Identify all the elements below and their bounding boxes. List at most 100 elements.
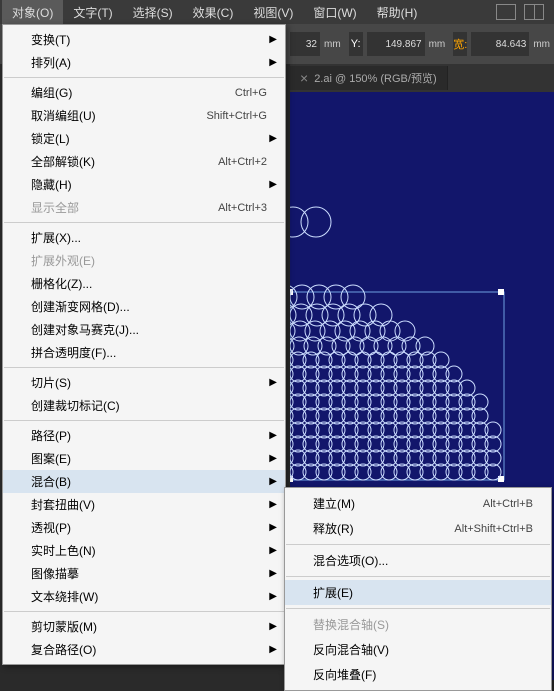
y-label: Y: — [349, 32, 363, 56]
submenu-arrow-icon: ▶ — [269, 133, 277, 144]
object-menu-item-25[interactable]: 实时上色(N)▶ — [3, 539, 285, 562]
object-menu-item-15[interactable]: 拼合透明度(F)... — [3, 341, 285, 364]
submenu-arrow-icon: ▶ — [269, 545, 277, 556]
submenu-arrow-icon: ▶ — [269, 568, 277, 579]
object-menu-item-label: 路径(P) — [31, 427, 267, 444]
layout-icon-2[interactable] — [524, 4, 544, 20]
submenu-arrow-icon: ▶ — [269, 34, 277, 45]
blend-submenu-item-label: 扩展(E) — [313, 584, 533, 601]
w-input[interactable] — [471, 32, 529, 56]
blend-submenu-separator — [286, 576, 550, 577]
blend-submenu-item-label: 混合选项(O)... — [313, 552, 533, 569]
blend-submenu-separator — [286, 544, 550, 545]
object-menu-item-3[interactable]: 编组(G)Ctrl+G — [3, 81, 285, 104]
object-menu-item-label: 栅格化(Z)... — [31, 275, 267, 292]
object-menu-item-label: 图像描摹 — [31, 565, 267, 582]
object-menu-item-17[interactable]: 切片(S)▶ — [3, 371, 285, 394]
object-menu-item-label: 复合路径(O) — [31, 641, 267, 658]
object-menu-item-label: 显示全部 — [31, 199, 218, 216]
submenu-arrow-icon: ▶ — [269, 591, 277, 602]
x-partial-input[interactable] — [290, 32, 320, 56]
object-menu-item-4[interactable]: 取消编组(U)Shift+Ctrl+G — [3, 104, 285, 127]
object-menu-shortcut: Alt+Ctrl+2 — [218, 156, 267, 168]
unit-3: mm — [533, 39, 550, 50]
blend-submenu-shortcut: Alt+Shift+Ctrl+B — [454, 523, 533, 535]
menu-help[interactable]: 帮助(H) — [367, 0, 428, 25]
object-menu-item-21[interactable]: 图案(E)▶ — [3, 447, 285, 470]
submenu-arrow-icon: ▶ — [269, 179, 277, 190]
blend-submenu-item-5[interactable]: 扩展(E) — [285, 580, 551, 605]
menubar-layout-icons — [496, 4, 554, 20]
object-menu-item-20[interactable]: 路径(P)▶ — [3, 424, 285, 447]
menu-object[interactable]: 对象(O) — [2, 0, 63, 25]
object-menu-item-13[interactable]: 创建渐变网格(D)... — [3, 295, 285, 318]
blend-submenu-item-8[interactable]: 反向混合轴(V) — [285, 637, 551, 662]
object-menu-item-label: 扩展外观(E) — [31, 252, 267, 269]
object-menu-item-14[interactable]: 创建对象马赛克(J)... — [3, 318, 285, 341]
object-menu-separator — [4, 367, 284, 368]
object-menu-item-label: 透视(P) — [31, 519, 267, 536]
object-menu-item-30[interactable]: 复合路径(O)▶ — [3, 638, 285, 661]
object-menu-item-label: 变换(T) — [31, 31, 267, 48]
object-menu-item-11: 扩展外观(E) — [3, 249, 285, 272]
object-menu-item-29[interactable]: 剪切蒙版(M)▶ — [3, 615, 285, 638]
object-menu-item-label: 图案(E) — [31, 450, 267, 467]
blend-submenu-item-7: 替换混合轴(S) — [285, 612, 551, 637]
object-menu-item-label: 取消编组(U) — [31, 107, 206, 124]
object-menu-item-label: 锁定(L) — [31, 130, 267, 147]
object-menu-item-5[interactable]: 锁定(L)▶ — [3, 127, 285, 150]
object-menu-item-label: 扩展(X)... — [31, 229, 267, 246]
y-input[interactable] — [367, 32, 425, 56]
object-menu-item-6[interactable]: 全部解锁(K)Alt+Ctrl+2 — [3, 150, 285, 173]
menu-window[interactable]: 窗口(W) — [303, 0, 366, 25]
object-menu-item-24[interactable]: 透视(P)▶ — [3, 516, 285, 539]
menu-select[interactable]: 选择(S) — [123, 0, 183, 25]
object-menu-item-26[interactable]: 图像描摹▶ — [3, 562, 285, 585]
blend-submenu-item-0[interactable]: 建立(M)Alt+Ctrl+B — [285, 491, 551, 516]
layout-icon-1[interactable] — [496, 4, 516, 20]
menu-type[interactable]: 文字(T) — [63, 0, 122, 25]
blend-submenu-item-1[interactable]: 释放(R)Alt+Shift+Ctrl+B — [285, 516, 551, 541]
unit-1: mm — [324, 39, 341, 50]
object-menu-item-7[interactable]: 隐藏(H)▶ — [3, 173, 285, 196]
submenu-arrow-icon: ▶ — [269, 57, 277, 68]
submenu-arrow-icon: ▶ — [269, 621, 277, 632]
unit-2: mm — [429, 39, 446, 50]
blend-submenu-item-label: 反向堆叠(F) — [313, 666, 533, 683]
object-menu-dropdown: 变换(T)▶排列(A)▶编组(G)Ctrl+G取消编组(U)Shift+Ctrl… — [2, 24, 286, 665]
object-menu-item-label: 文本绕排(W) — [31, 588, 267, 605]
blend-submenu-item-label: 释放(R) — [313, 520, 454, 537]
object-menu-item-label: 拼合透明度(F)... — [31, 344, 267, 361]
submenu-arrow-icon: ▶ — [269, 453, 277, 464]
object-menu-item-label: 全部解锁(K) — [31, 153, 218, 170]
blend-submenu-item-3[interactable]: 混合选项(O)... — [285, 548, 551, 573]
object-menu-item-27[interactable]: 文本绕排(W)▶ — [3, 585, 285, 608]
object-menu-item-0[interactable]: 变换(T)▶ — [3, 28, 285, 51]
blend-submenu-item-label: 替换混合轴(S) — [313, 616, 533, 633]
object-menu-item-label: 封套扭曲(V) — [31, 496, 267, 513]
object-menu-item-22[interactable]: 混合(B)▶ — [3, 470, 285, 493]
object-menu-shortcut: Shift+Ctrl+G — [206, 110, 267, 122]
document-tab-bar: × 2.ai @ 150% (RGB/预览) — [290, 64, 554, 92]
blend-submenu-item-9[interactable]: 反向堆叠(F) — [285, 662, 551, 687]
object-menu-item-12[interactable]: 栅格化(Z)... — [3, 272, 285, 295]
object-menu-shortcut: Ctrl+G — [235, 87, 267, 99]
object-menu-item-label: 混合(B) — [31, 473, 267, 490]
close-icon[interactable]: × — [300, 70, 308, 86]
object-menu-shortcut: Alt+Ctrl+3 — [218, 202, 267, 214]
object-menu-item-10[interactable]: 扩展(X)... — [3, 226, 285, 249]
submenu-arrow-icon: ▶ — [269, 499, 277, 510]
blend-submenu-item-label: 建立(M) — [313, 495, 483, 512]
object-menu-item-1[interactable]: 排列(A)▶ — [3, 51, 285, 74]
submenu-arrow-icon: ▶ — [269, 377, 277, 388]
menu-effect[interactable]: 效果(C) — [183, 0, 244, 25]
object-menu-item-18[interactable]: 创建裁切标记(C) — [3, 394, 285, 417]
document-tab[interactable]: × 2.ai @ 150% (RGB/预览) — [290, 66, 448, 90]
object-menu-item-label: 剪切蒙版(M) — [31, 618, 267, 635]
object-menu-separator — [4, 222, 284, 223]
object-menu-item-23[interactable]: 封套扭曲(V)▶ — [3, 493, 285, 516]
w-label: 宽: — [453, 32, 467, 56]
blend-submenu: 建立(M)Alt+Ctrl+B释放(R)Alt+Shift+Ctrl+B混合选项… — [284, 487, 552, 691]
menubar: 对象(O) 文字(T) 选择(S) 效果(C) 视图(V) 窗口(W) 帮助(H… — [0, 0, 554, 24]
menu-view[interactable]: 视图(V) — [243, 0, 303, 25]
